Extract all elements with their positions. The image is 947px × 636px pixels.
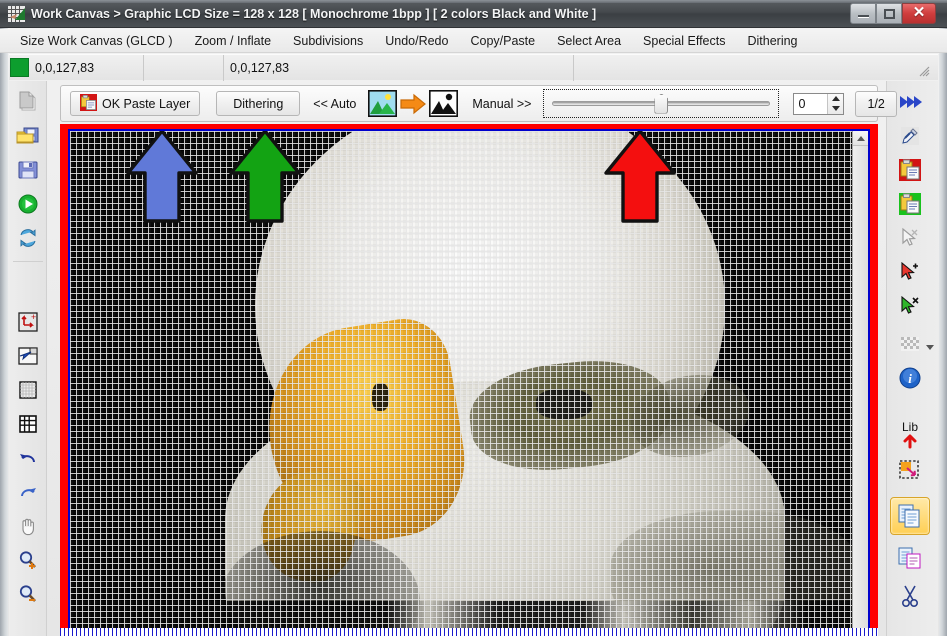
fraction-label: 1/2 [867,96,885,111]
menu-dithering[interactable]: Dithering [736,32,808,50]
scissors-icon[interactable] [895,581,925,611]
scroll-up-button[interactable] [853,131,868,146]
mono-image-icon [429,90,459,117]
maximize-icon [883,8,895,19]
cursor-remove-icon[interactable] [895,291,925,321]
menu-zoom-inflate[interactable]: Zoom / Inflate [184,32,282,50]
pixel-canvas[interactable] [68,129,870,636]
info-icon[interactable]: i [895,363,925,393]
status-cell-coords-left: 0,0,127,83 [9,54,144,81]
resize-grip-icon[interactable] [918,64,930,77]
paste-layer-icon [80,93,97,114]
copy-icon[interactable] [890,497,930,535]
canvas-bottom-edge [60,628,878,636]
title-bar: Work Canvas > Graphic LCD Size = 128 x 1… [0,0,947,28]
lib-upload-icon[interactable]: Lib [895,417,925,451]
annotation-arrow-blue [126,131,198,223]
manual-label[interactable]: Manual >> [472,97,531,111]
menu-select-area[interactable]: Select Area [546,32,632,50]
paste-red-icon[interactable] [895,155,925,185]
color-image-icon [368,90,398,117]
status-bar: 0,0,127,83 0,0,127,83 [9,54,938,81]
minimize-icon [857,15,869,18]
eyedropper-icon[interactable] [895,121,925,151]
scroll-up-icon [857,135,865,141]
checker-pattern-icon[interactable] [895,329,925,359]
paste-doc-icon[interactable] [895,543,925,573]
right-toolbar: i Lib [886,81,938,636]
canvas-red-frame [60,124,878,636]
dither-slider[interactable] [552,93,771,114]
menu-special-effects[interactable]: Special Effects [632,32,736,50]
title-bar-highlight [0,0,947,3]
undo-arrow-icon[interactable] [13,443,43,473]
pattern-dropdown-icon[interactable] [925,339,935,350]
stepper-up-icon[interactable] [828,94,843,104]
grid-fine-icon[interactable] [13,375,43,405]
new-canvas-icon[interactable] [13,87,43,117]
menu-size-work-canvas[interactable]: Size Work Canvas (GLCD ) [9,32,184,50]
slider-knob[interactable] [654,93,669,114]
dithering-label: Dithering [233,96,284,111]
coords-left-text: 0,0,127,83 [35,60,95,75]
orange-right-arrow-icon [400,91,427,117]
left-toolbar: + [9,81,47,636]
menu-bar: Size Work Canvas (GLCD ) Zoom / Inflate … [0,29,947,53]
menu-copy-paste[interactable]: Copy/Paste [459,32,546,50]
auto-label[interactable]: << Auto [313,97,356,111]
paste-green-icon[interactable] [895,189,925,219]
import-image-icon[interactable] [13,341,43,371]
coords-center-text: 0,0,127,83 [230,60,290,75]
dither-slider-container [543,89,780,118]
window-controls: ✕ [850,3,936,25]
left-rail-divider [13,261,43,262]
status-cell-coords-center: 0,0,127,83 [224,54,574,81]
canvas-vertical-scrollbar[interactable] [852,131,868,634]
menu-undo-redo[interactable]: Undo/Redo [374,32,459,50]
application-window: Work Canvas > Graphic LCD Size = 128 x 1… [0,0,947,636]
run-play-icon[interactable] [13,189,43,219]
stepper-arrows[interactable] [827,93,844,114]
minimize-button[interactable] [850,3,876,24]
pan-hand-icon[interactable] [13,511,43,541]
fast-forward-icon[interactable] [895,87,925,117]
dithering-button[interactable]: Dithering [216,91,301,116]
zoom-out-icon[interactable] [13,579,43,609]
grid-coarse-icon[interactable] [13,409,43,439]
svg-text:i: i [908,371,912,386]
menu-subdivisions[interactable]: Subdivisions [282,32,374,50]
maximize-button[interactable] [876,3,902,24]
redo-arrow-icon[interactable] [13,477,43,507]
open-folder-icon[interactable] [13,121,43,151]
window-frame-right [939,0,947,636]
close-icon: ✕ [912,5,926,21]
close-button[interactable]: ✕ [902,3,936,24]
save-floppy-icon[interactable] [13,155,43,185]
resize-canvas-icon[interactable]: + [13,307,43,337]
annotation-arrow-green [229,131,301,223]
cursor-disabled-icon[interactable] [895,223,925,253]
canvas-grid-icon [8,6,25,22]
paste-layer-toolbar: OK Paste Layer Dithering << Auto Manual … [60,85,897,122]
refresh-sync-icon[interactable] [13,223,43,253]
ok-paste-layer-label: OK Paste Layer [102,96,191,111]
svg-text:+: + [31,312,36,322]
ok-paste-layer-button[interactable]: OK Paste Layer [70,91,201,116]
window-title: Work Canvas > Graphic LCD Size = 128 x 1… [31,7,597,21]
dither-value-stepper[interactable] [793,92,845,115]
dither-value-input[interactable] [794,93,828,114]
current-color-swatch[interactable] [10,58,29,77]
cursor-add-icon[interactable] [895,257,925,287]
stepper-down-icon[interactable] [828,104,843,114]
status-cell-spacer [144,54,224,81]
fraction-button[interactable]: 1/2 [855,90,897,117]
annotation-arrow-red [604,131,676,223]
selection-move-icon[interactable] [895,455,925,485]
zoom-in-icon[interactable] [13,545,43,575]
svg-text:Lib: Lib [902,420,918,434]
window-frame-left [0,0,8,636]
